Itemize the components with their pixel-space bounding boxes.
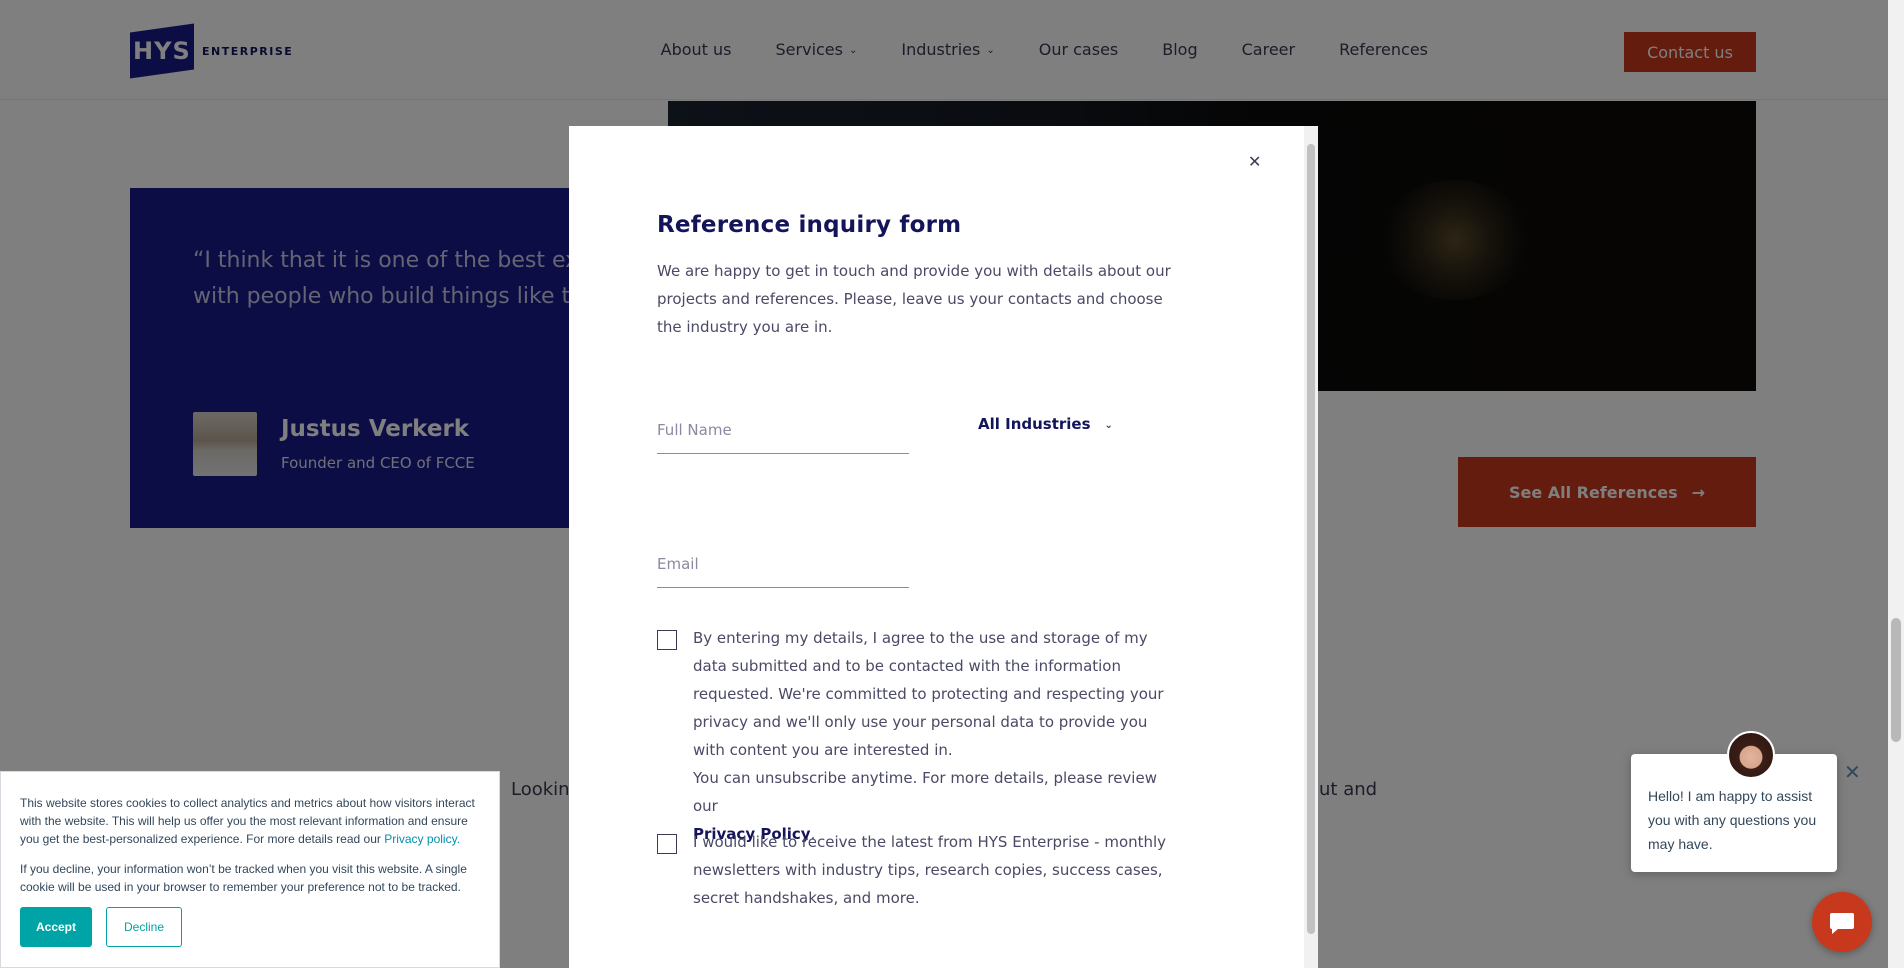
modal-scrollbar-thumb[interactable] (1307, 144, 1315, 934)
chevron-down-icon: ⌄ (1104, 419, 1113, 431)
email-input[interactable] (657, 540, 909, 587)
modal-scrollbar[interactable] (1304, 126, 1318, 968)
consent-body: By entering my details, I agree to the u… (693, 629, 1164, 759)
industry-select-value: All Industries (978, 415, 1091, 433)
industry-select[interactable]: All Industries ⌄ (978, 409, 1158, 439)
page-scrollbar-thumb[interactable] (1891, 618, 1901, 742)
cookie-decline-info: If you decline, your information won’t b… (20, 862, 467, 894)
consent-checkbox[interactable] (657, 630, 677, 650)
chat-agent-avatar (1727, 731, 1775, 779)
modal-title: Reference inquiry form (657, 212, 962, 238)
modal-description: We are happy to get in touch and provide… (657, 262, 1171, 336)
chat-message: Hello! I am happy to assist you with any… (1648, 788, 1817, 852)
decline-button[interactable]: Decline (106, 907, 182, 947)
chat-launcher-button[interactable] (1812, 892, 1872, 952)
full-name-field (657, 406, 909, 454)
consent-text: By entering my details, I agree to the u… (693, 624, 1173, 848)
cookie-text: This website stores cookies to collect a… (20, 794, 482, 848)
email-field (657, 540, 909, 588)
accept-button[interactable]: Accept (20, 907, 92, 947)
newsletter-text: I would like to receive the latest from … (693, 833, 1167, 907)
chat-icon (1830, 913, 1854, 934)
close-icon[interactable]: ✕ (1248, 152, 1261, 171)
close-icon[interactable]: ✕ (1844, 760, 1861, 785)
reference-inquiry-modal: ✕ Reference inquiry form We are happy to… (569, 126, 1318, 968)
newsletter-checkbox[interactable] (657, 834, 677, 854)
page-scrollbar[interactable] (1888, 0, 1904, 968)
unsubscribe-text: You can unsubscribe anytime. For more de… (693, 769, 1157, 815)
cookie-privacy-link[interactable]: Privacy policy. (384, 832, 460, 846)
cookie-banner: This website stores cookies to collect a… (0, 771, 500, 968)
full-name-input[interactable] (657, 406, 909, 453)
